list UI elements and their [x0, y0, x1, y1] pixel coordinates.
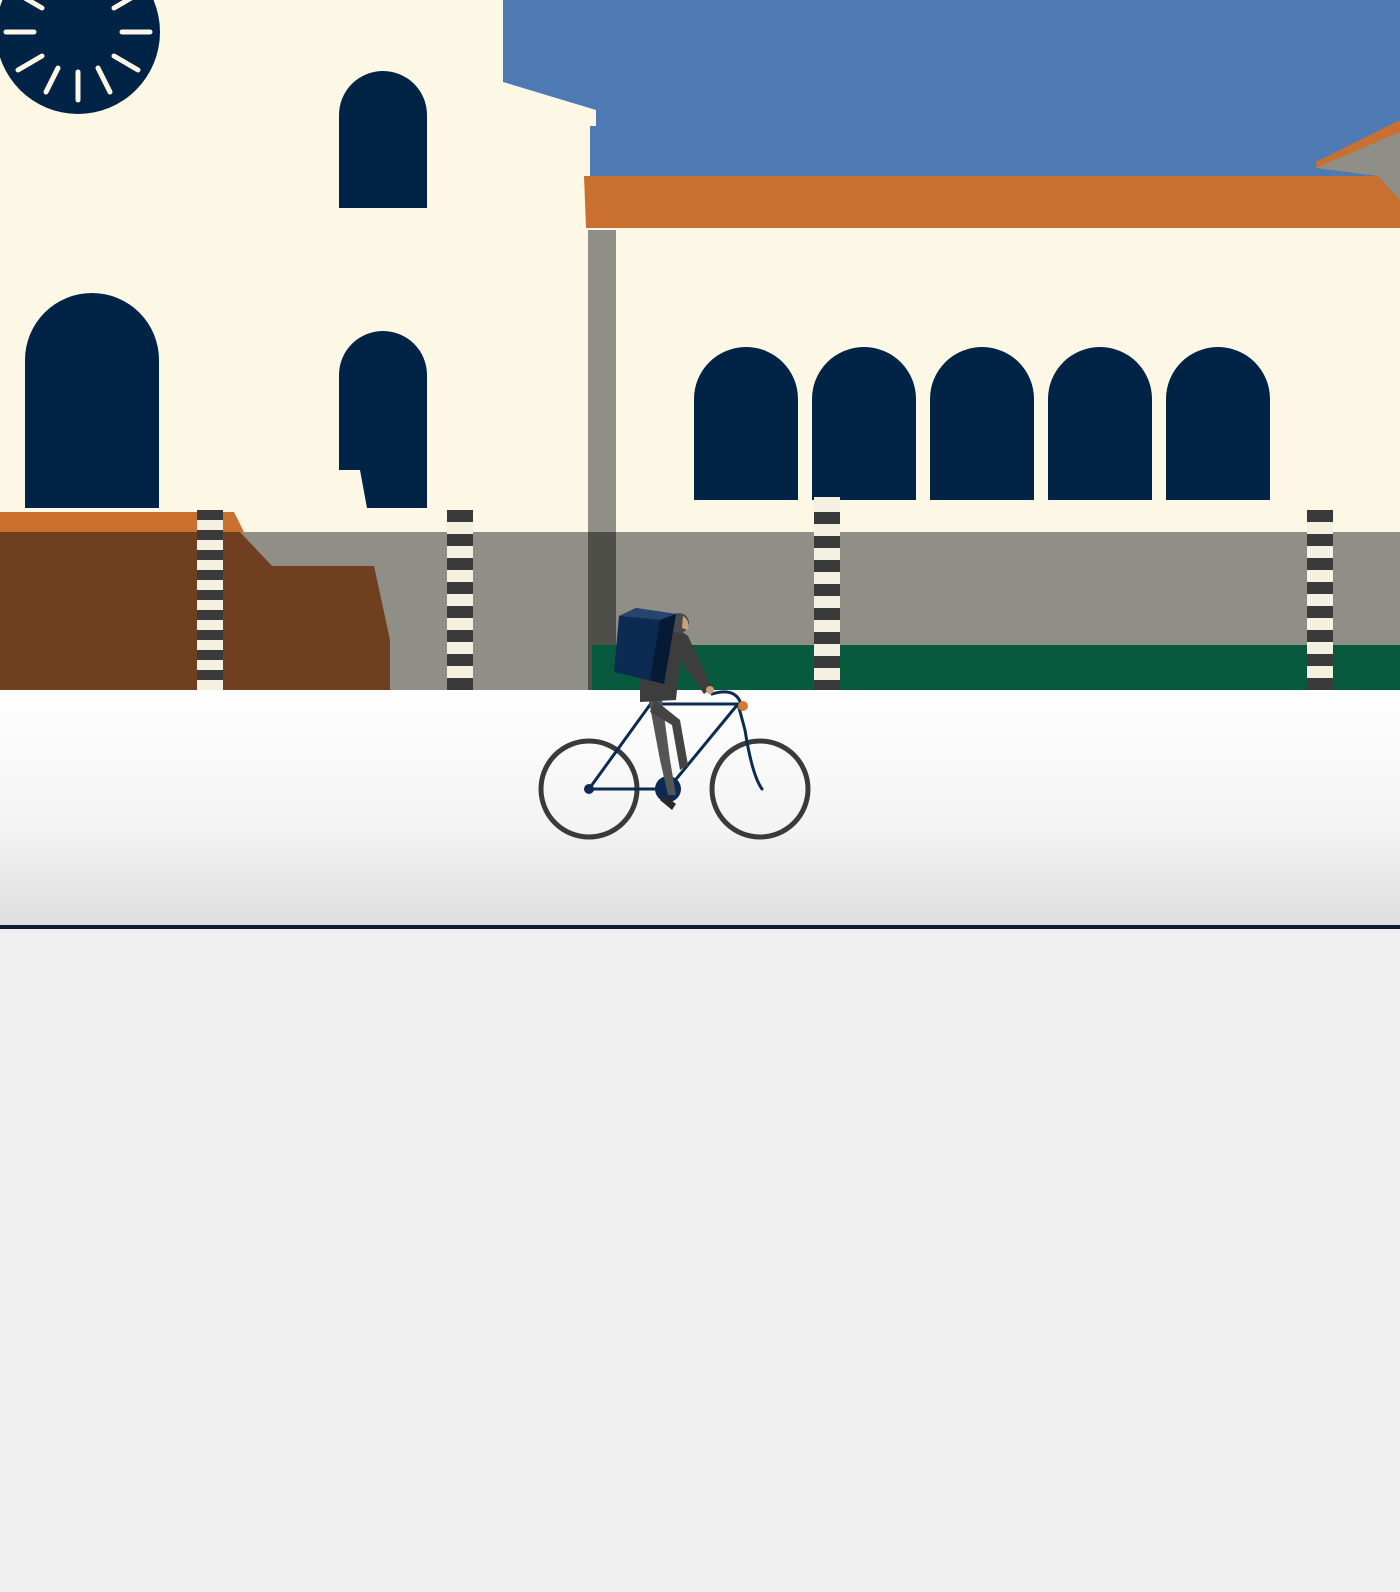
striped-pole-4 — [1307, 510, 1333, 690]
street-ground — [0, 690, 1400, 926]
arcade-window-3 — [930, 347, 1034, 500]
blank-content-area — [0, 930, 1400, 1592]
hedge — [592, 645, 1400, 692]
striped-pole-2 — [447, 510, 473, 690]
arcade-building — [584, 120, 1400, 540]
arcade-window-4 — [1048, 347, 1152, 500]
striped-pole-3 — [814, 497, 840, 690]
city-street-illustration — [0, 0, 1400, 929]
arcade-window-1 — [694, 347, 798, 500]
church-window-upper — [339, 71, 427, 208]
arcade-window-5 — [1166, 347, 1270, 500]
divider-line — [0, 925, 1400, 929]
arcade-roof — [584, 176, 1400, 228]
arcade-window-2 — [812, 347, 916, 500]
church-door-arch — [25, 293, 159, 508]
striped-pole-1 — [197, 510, 223, 690]
